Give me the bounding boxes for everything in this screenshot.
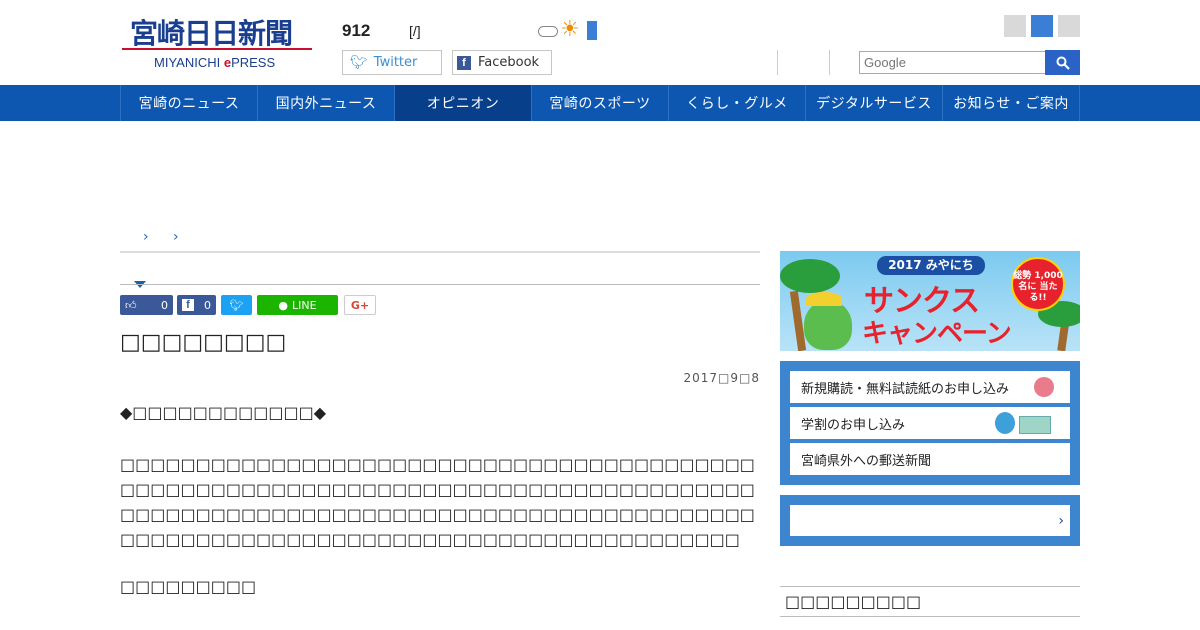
facebook-icon: f — [457, 55, 471, 70]
share-count: 0 — [204, 298, 211, 312]
font-size-small-button[interactable] — [1004, 15, 1026, 37]
font-size-large-button[interactable] — [1058, 15, 1080, 37]
like-count: 0 — [161, 298, 168, 312]
banner-year: 2017 みやにち — [877, 256, 985, 275]
site-logo[interactable]: 宮崎日日新聞 MIYANICHI ePRESS — [122, 12, 314, 72]
divider — [829, 50, 830, 75]
page: 宮崎日日新聞 MIYANICHI ePRESS 912 [/] ☀ 🐦︎ Twi… — [0, 0, 1200, 630]
mascot-icon — [995, 412, 1015, 434]
logo-subtitle: MIYANICHI ePRESS — [154, 55, 275, 70]
logo-rule — [122, 48, 312, 50]
twitter-label: Twitter — [373, 55, 418, 70]
sidebar-section-title: □□□□□□□□□ — [785, 592, 922, 611]
thumbs-up-icon: 👍︎ — [125, 298, 137, 312]
line-icon: ● — [278, 298, 289, 312]
mascot-bird-image — [804, 300, 852, 350]
weather-widget[interactable]: ☀ — [538, 18, 600, 44]
chevron-right-icon: › — [1058, 512, 1064, 529]
twitter-button[interactable]: 🐦︎ Twitter — [342, 50, 442, 75]
facebook-like-button[interactable]: 👍︎ 0 — [120, 295, 173, 315]
banner-headline-2: キャンペーン — [862, 319, 1012, 349]
mascot-icon — [1034, 377, 1054, 397]
article-signature: □□□□□□□□□ — [120, 577, 257, 596]
twitter-icon: 🐦︎ — [350, 54, 368, 71]
palm-leaves — [780, 259, 840, 293]
issue-number: 912 — [342, 21, 371, 40]
logo-sub-e: e — [223, 55, 232, 70]
search-button[interactable] — [1045, 50, 1080, 75]
facebook-icon: f — [182, 299, 194, 311]
nav-items: 宮崎のニュース 国内外ニュース オピニオン 宮崎のスポーツ くらし・グルメ デジ… — [120, 85, 1080, 121]
divider — [780, 616, 1080, 617]
article-title: □□□□□□□□ — [120, 330, 287, 355]
weather-indicator — [587, 21, 597, 40]
search-input[interactable] — [859, 51, 1046, 74]
tweet-button[interactable]: 🐦︎ — [221, 295, 252, 315]
logo-sub-pre: MIYANICHI — [154, 55, 224, 70]
header-date: [/] — [409, 23, 421, 39]
nav-item-digital[interactable]: デジタルサービス — [806, 85, 943, 121]
nav-item-national-news[interactable]: 国内外ニュース — [258, 85, 395, 121]
promo-link[interactable]: › — [790, 505, 1070, 536]
google-plus-button[interactable]: G+ — [344, 295, 376, 315]
breadcrumb[interactable]: › › — [143, 229, 189, 245]
divider — [780, 586, 1080, 587]
nav-item-opinion[interactable]: オピニオン — [395, 85, 532, 121]
nav-item-sports[interactable]: 宮崎のスポーツ — [532, 85, 669, 121]
divider — [120, 284, 760, 285]
main-nav: 宮崎のニュース 国内外ニュース オピニオン 宮崎のスポーツ くらし・グルメ デジ… — [0, 85, 1200, 121]
sun-icon: ☀ — [560, 17, 580, 42]
nav-item-info[interactable]: お知らせ・ご案内 — [943, 85, 1080, 121]
school-icon — [1019, 416, 1051, 434]
article-date: 2017□9□8 — [683, 371, 760, 385]
facebook-button[interactable]: f Facebook — [452, 50, 552, 75]
nav-item-miyazaki-news[interactable]: 宮崎のニュース — [121, 85, 258, 121]
mail-delivery-link[interactable]: 宮崎県外への郵送新聞 — [790, 443, 1070, 475]
logo-sub-post: PRESS — [231, 55, 276, 70]
cloud-icon — [538, 26, 558, 37]
twitter-icon: 🐦︎ — [229, 298, 244, 312]
logo-title: 宮崎日日新聞 — [130, 17, 293, 50]
nav-item-living[interactable]: くらし・グルメ — [669, 85, 806, 121]
subscribe-link[interactable]: 新規購読・無料試読紙のお申し込み — [790, 371, 1070, 403]
font-size-medium-button[interactable] — [1031, 15, 1053, 37]
article-body: □□□□□□□□□□□□□□□□□□□□□□□□□□□□□□□□□□□□□□□□… — [120, 455, 755, 549]
facebook-label: Facebook — [478, 55, 540, 70]
line-label: LINE — [292, 298, 317, 312]
line-share-button[interactable]: ● LINE — [257, 295, 338, 315]
facebook-share-button[interactable]: f 0 — [177, 295, 216, 315]
search-icon — [1056, 56, 1070, 70]
divider — [777, 50, 778, 75]
mascot-hat — [806, 292, 842, 306]
banner-badge: 総勢 1,000名に 当たる!! — [1011, 257, 1065, 311]
article-subhead: ◆□□□□□□□□□□□□◆ — [120, 403, 327, 422]
divider — [120, 251, 760, 253]
